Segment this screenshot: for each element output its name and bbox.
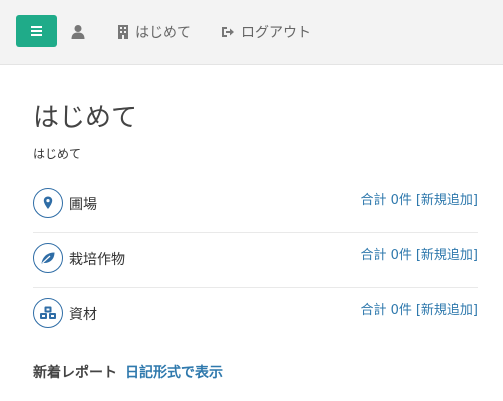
map-pin-icon — [33, 188, 63, 218]
list-item-materials: 資材 合計 0件 [新規追加] — [33, 287, 478, 342]
add-new-link[interactable]: [新規追加] — [416, 244, 478, 263]
item-count[interactable]: 合計 0件 — [360, 299, 411, 318]
top-navbar: はじめて ログアウト — [0, 0, 503, 65]
list-item-label: 資材 — [69, 307, 97, 323]
diary-view-link[interactable]: 日記形式で表示 — [125, 362, 223, 382]
list-item-fields: 圃場 合計 0件 [新規追加] — [33, 177, 478, 233]
list-item-label: 栽培作物 — [69, 252, 125, 268]
list-item-label: 圃場 — [69, 197, 97, 213]
nav-about-label: はじめて — [135, 25, 191, 41]
add-new-link[interactable]: [新規追加] — [416, 299, 478, 318]
leaf-icon — [33, 243, 63, 273]
sign-out-icon — [222, 27, 234, 37]
logout-link[interactable]: ログアウト — [221, 22, 311, 42]
list-item-crops: 栽培作物 合計 0件 [新規追加] — [33, 232, 478, 288]
list-item-actions: 合計 0件 [新規追加] — [360, 299, 478, 318]
item-count[interactable]: 合計 0件 — [360, 189, 411, 208]
page-subtitle: はじめて — [33, 147, 82, 161]
new-reports-section: 新着レポート 日記形式で表示 — [33, 362, 223, 382]
logout-label: ログアウト — [241, 25, 311, 41]
menu-button[interactable] — [16, 15, 57, 47]
add-new-link[interactable]: [新規追加] — [416, 189, 478, 208]
cubes-icon — [33, 298, 63, 328]
nav-about-link[interactable]: はじめて — [117, 22, 191, 42]
list-item-actions: 合計 0件 [新規追加] — [360, 244, 478, 263]
item-count[interactable]: 合計 0件 — [360, 244, 411, 263]
page-title: はじめて — [33, 103, 138, 133]
building-icon — [118, 25, 128, 39]
hamburger-icon — [31, 26, 42, 28]
list-item-actions: 合計 0件 [新規追加] — [360, 189, 478, 208]
new-reports-title: 新着レポート — [33, 365, 117, 381]
user-icon[interactable] — [71, 24, 85, 40]
